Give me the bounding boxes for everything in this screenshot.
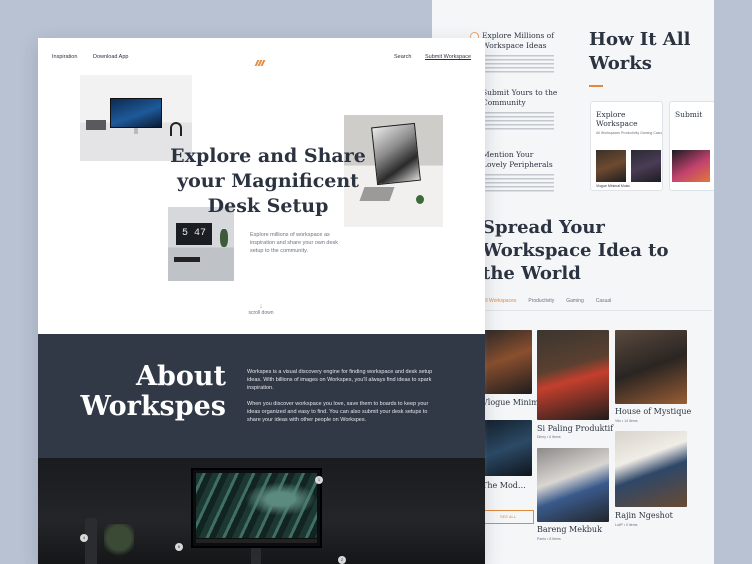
speaker bbox=[86, 120, 106, 130]
accent-divider bbox=[589, 85, 603, 87]
monitor-stand bbox=[134, 128, 138, 134]
hotspot-marker[interactable]: 6 bbox=[175, 543, 183, 551]
card-thumbnail bbox=[672, 150, 710, 182]
card-thumbnail bbox=[596, 150, 626, 182]
about-paragraph: When you discover workspace you love, sa… bbox=[247, 401, 429, 423]
plant-icon bbox=[220, 229, 228, 247]
step-mention: Mention Your Lovely Peripherals bbox=[482, 150, 560, 192]
how-it-works-title: How It All Works bbox=[589, 29, 691, 74]
keyboard-icon bbox=[174, 257, 200, 262]
hero-title: Explore and Share your Magnificent Desk … bbox=[170, 145, 366, 217]
landing-page: Inspiration Download App Search Submit W… bbox=[38, 38, 485, 564]
clock-display: 5 47 bbox=[176, 223, 212, 245]
plant-icon bbox=[416, 195, 424, 204]
scroll-down[interactable]: ↓ scroll down bbox=[248, 303, 274, 316]
gallery-image[interactable] bbox=[484, 420, 532, 476]
gallery-title[interactable]: Rajin Ngeshot bbox=[615, 511, 673, 520]
taskbar bbox=[196, 539, 317, 543]
tab-all-workspaces[interactable]: All Workspaces bbox=[482, 298, 516, 304]
nav-search[interactable]: Search bbox=[394, 54, 411, 60]
arrow-down-icon: ↓ bbox=[259, 303, 263, 310]
gallery-title[interactable]: House of Mystique bbox=[615, 407, 691, 416]
gallery-image[interactable] bbox=[484, 330, 532, 394]
nav-inspiration[interactable]: Inspiration bbox=[52, 54, 77, 60]
plant-icon bbox=[104, 524, 134, 564]
step-explore: Explore Millions of Workspace Ideas bbox=[482, 31, 560, 73]
hotspot-marker[interactable]: 1 bbox=[315, 476, 323, 484]
gallery-title[interactable]: Si Paling Produktif bbox=[537, 424, 613, 433]
monitor-stand bbox=[251, 548, 261, 564]
tab-gaming[interactable]: Gaming bbox=[566, 298, 584, 304]
about-section: About Workspes Workspes is a visual disc… bbox=[38, 334, 485, 458]
submit-preview-card[interactable]: Submit bbox=[669, 101, 714, 191]
step-title: Explore Millions of Workspace Ideas bbox=[482, 31, 554, 50]
monitor-icon bbox=[191, 468, 322, 548]
bottle bbox=[85, 518, 97, 564]
card-title: Submit bbox=[675, 110, 703, 119]
logo-icon[interactable] bbox=[254, 53, 266, 66]
card-tabs: All Workspaces Productivity Gaming Casua… bbox=[596, 131, 663, 135]
gallery-image[interactable] bbox=[537, 448, 609, 522]
gallery-image[interactable] bbox=[615, 330, 687, 404]
step-title: Mention Your Lovely Peripherals bbox=[482, 150, 553, 169]
filter-tabs: All Workspaces Productivity Gaming Casua… bbox=[482, 298, 611, 304]
gallery-meta: Dinny • 6 Items bbox=[537, 435, 561, 439]
step-description-lines bbox=[482, 55, 554, 73]
nav-download-app[interactable]: Download App bbox=[93, 54, 128, 60]
gallery-title[interactable]: Bareng Mekbuk bbox=[537, 525, 602, 534]
card-title: Explore Workspace bbox=[596, 110, 638, 128]
about-title: About Workspes bbox=[80, 361, 226, 422]
gallery-meta: Vito • 14 Items bbox=[615, 419, 638, 423]
hero-description: Explore millions of workspace as inspira… bbox=[250, 232, 339, 254]
about-paragraph: Workspes is a visual discovery engine fo… bbox=[247, 369, 433, 391]
spread-title: Spread Your Workspace Idea to the World bbox=[482, 217, 669, 284]
submit-workspace-link[interactable]: Submit Workspace bbox=[425, 54, 471, 60]
gallery-meta: LuliP • 9 Items bbox=[615, 523, 638, 527]
scroll-label: scroll down bbox=[248, 310, 274, 316]
divider bbox=[472, 310, 712, 311]
card-caption: Vlogue Minimal Music bbox=[596, 184, 631, 188]
gallery-image[interactable] bbox=[537, 330, 609, 420]
step-description-lines bbox=[482, 112, 554, 130]
gallery-meta: Panto • 8 Items bbox=[537, 537, 561, 541]
tab-casual[interactable]: Casual bbox=[596, 298, 612, 304]
hotspot-marker[interactable]: 4 bbox=[80, 534, 88, 542]
step-description-lines bbox=[482, 174, 554, 192]
step-submit: Submit Yours to the Community bbox=[482, 88, 560, 130]
gallery-title[interactable]: The Mode of the Mountain bbox=[482, 481, 530, 490]
explore-preview-card[interactable]: Explore Workspace All Workspaces Product… bbox=[590, 101, 663, 191]
hotspot-marker[interactable]: 2 bbox=[338, 556, 346, 564]
featured-setup-photo: 1 6 4 2 bbox=[38, 458, 485, 564]
step-title: Submit Yours to the Community bbox=[482, 88, 558, 107]
monitor-icon bbox=[371, 122, 421, 186]
card-thumbnail bbox=[631, 150, 661, 182]
headphones-icon bbox=[170, 122, 182, 136]
monitor-icon bbox=[110, 98, 162, 128]
monitor-screen bbox=[196, 473, 317, 538]
tab-productivity[interactable]: Productivity bbox=[528, 298, 554, 304]
gallery-image[interactable] bbox=[615, 431, 687, 507]
see-all-button[interactable]: SEE ALL bbox=[482, 510, 534, 524]
